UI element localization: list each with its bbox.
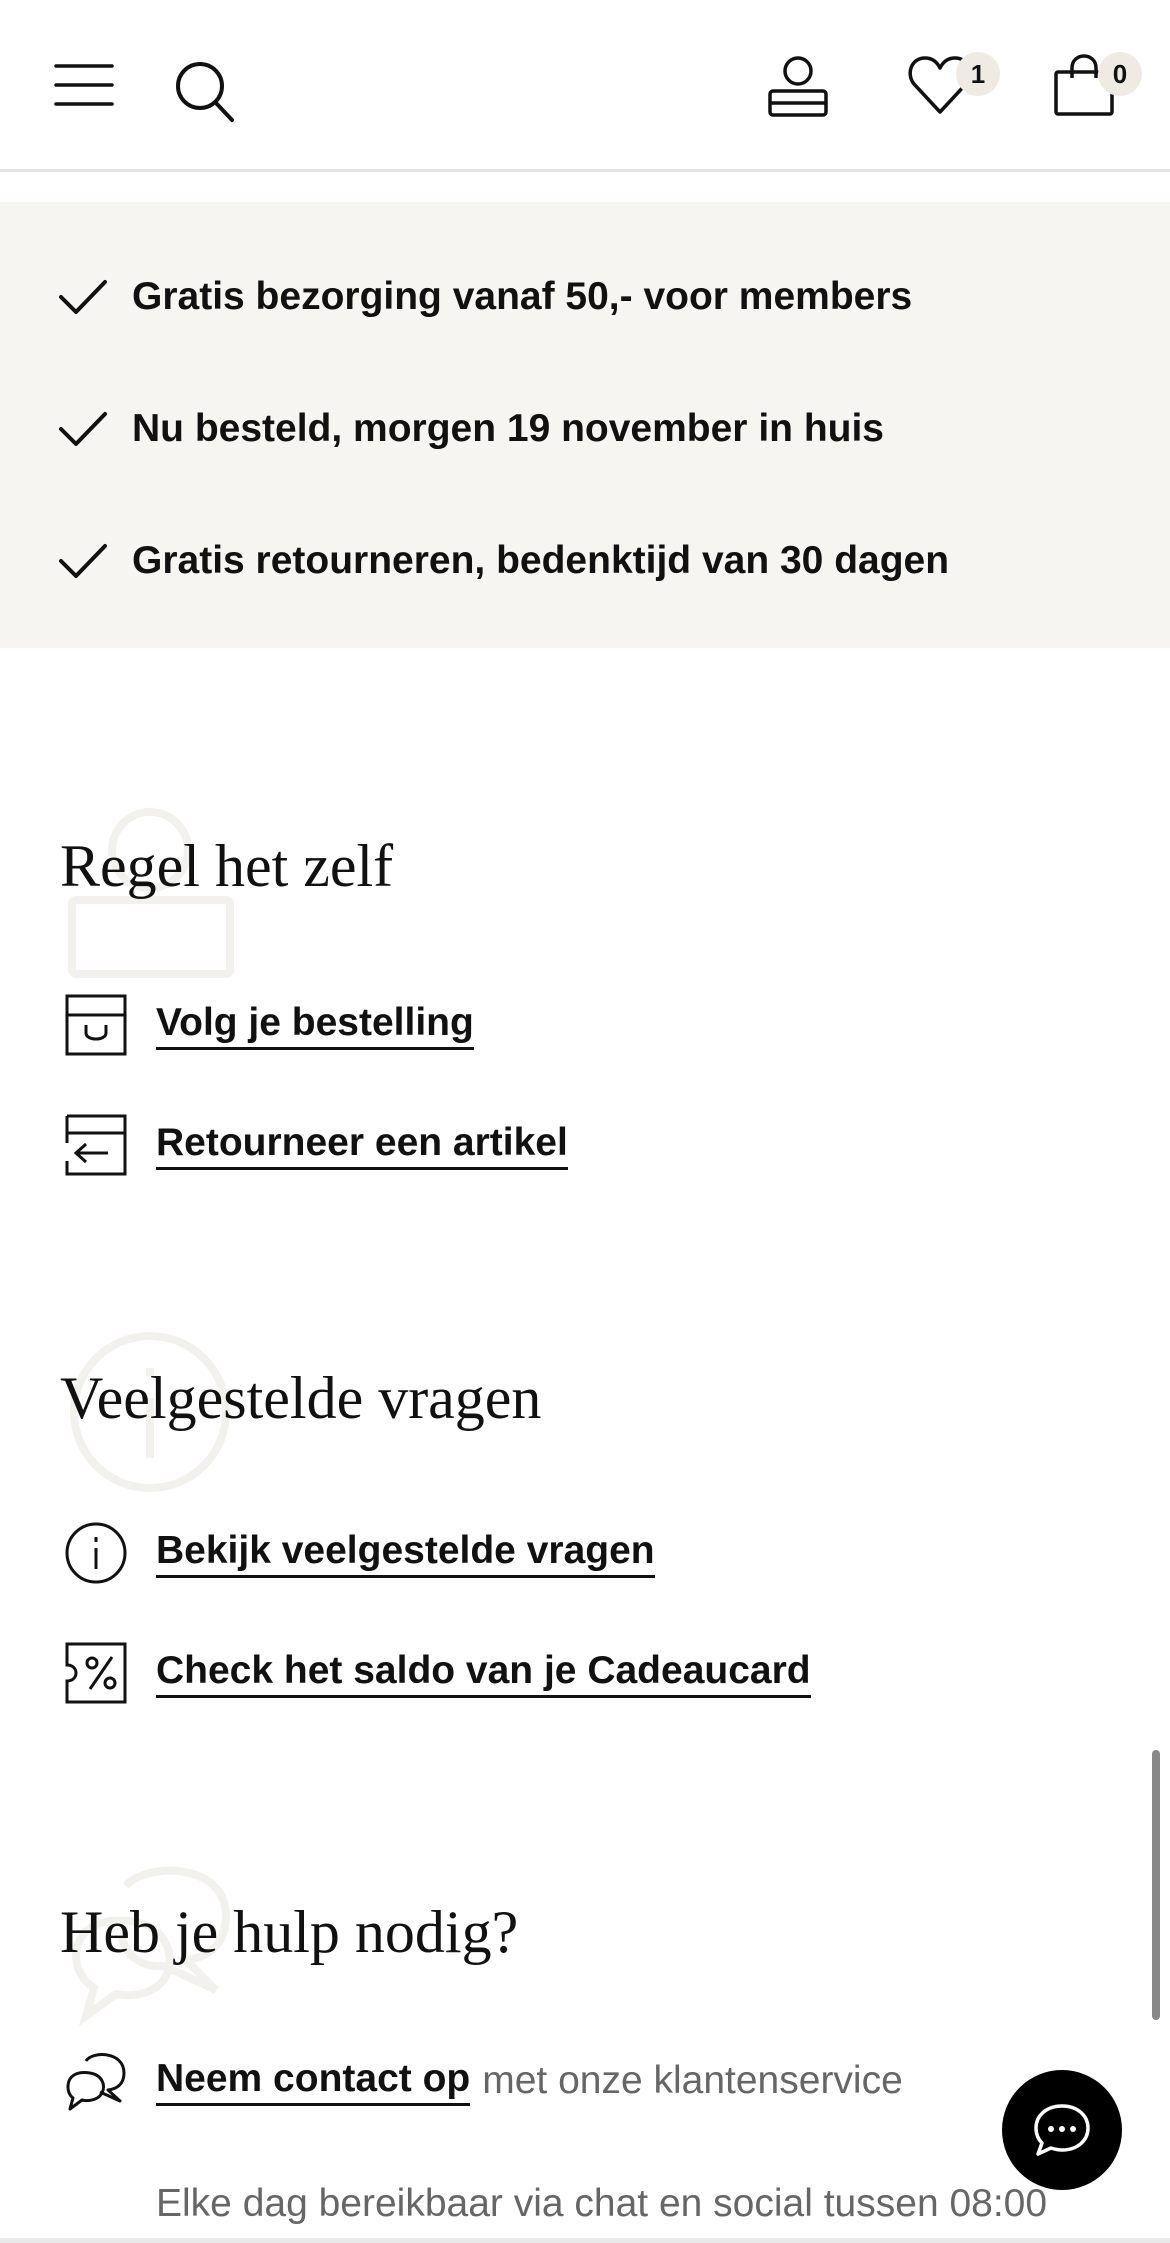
cart-count-badge: 0 <box>1098 52 1142 96</box>
usp-item: Nu besteld, morgen 19 november in huis <box>58 399 884 459</box>
usp-band: Gratis bezorging vanaf 50,- voor members… <box>0 202 1170 648</box>
view-faq-link[interactable]: Bekijk veelgestelde vragen <box>64 1518 655 1588</box>
chat-bubbles-icon <box>66 2053 126 2111</box>
usp-text: Gratis bezorging vanaf 50,- voor members <box>132 275 913 318</box>
chat-button[interactable] <box>1002 2070 1122 2190</box>
check-giftcard-balance-link[interactable]: Check het saldo van je Cadeaucard <box>64 1638 811 1708</box>
faq-title: Veelgestelde vragen <box>60 1365 542 1431</box>
site-header: 1 0 <box>0 0 1170 172</box>
wishlist-count-badge: 1 <box>956 52 1000 96</box>
contact-suffix: met onze klantenservice <box>482 2059 903 2102</box>
usp-text: Nu besteld, morgen 19 november in huis <box>132 407 884 450</box>
user-account-icon[interactable] <box>766 55 830 119</box>
package-icon <box>65 994 127 1056</box>
contact-row: Neem contact op met onze klantenservice <box>64 2046 903 2116</box>
faq-section: Veelgestelde vragen Bekijk veelgestelde … <box>0 1312 1170 1752</box>
usp-item: Gratis retourneren, bedenktijd van 30 da… <box>58 531 949 591</box>
gift-card-percent-icon <box>65 1642 127 1704</box>
chat-icon <box>1034 2104 1090 2156</box>
return-item-link[interactable]: Retourneer een artikel <box>64 1110 568 1180</box>
page-scrollbar[interactable] <box>1152 1750 1160 2020</box>
check-giftcard-balance-label[interactable]: Check het saldo van je Cadeaucard <box>156 1649 811 1698</box>
self-service-title: Regel het zelf <box>60 833 394 899</box>
usp-item: Gratis bezorging vanaf 50,- voor members <box>58 267 912 327</box>
check-icon <box>59 412 107 446</box>
return-box-icon <box>65 1114 127 1176</box>
view-faq-label[interactable]: Bekijk veelgestelde vragen <box>156 1529 655 1578</box>
search-icon[interactable] <box>174 60 236 124</box>
check-icon <box>59 544 107 578</box>
contact-link[interactable]: Neem contact op <box>156 2057 471 2106</box>
return-item-label[interactable]: Retourneer een artikel <box>156 1121 568 1170</box>
self-service-section: Regel het zelf Volg je bestelling Retour… <box>0 780 1170 1220</box>
track-order-link[interactable]: Volg je bestelling <box>64 990 474 1060</box>
availability-text: Elke dag bereikbaar via chat en social t… <box>156 2182 1048 2225</box>
bottom-divider <box>0 2238 1170 2243</box>
hamburger-menu-icon[interactable] <box>54 62 114 108</box>
info-icon <box>65 1522 127 1584</box>
usp-text: Gratis retourneren, bedenktijd van 30 da… <box>132 539 950 582</box>
check-icon <box>59 280 107 314</box>
help-section: Heb je hulp nodig? Neem contact op met o… <box>0 1846 1170 2238</box>
track-order-label[interactable]: Volg je bestelling <box>156 1001 474 1050</box>
help-title: Heb je hulp nodig? <box>60 1899 519 1965</box>
